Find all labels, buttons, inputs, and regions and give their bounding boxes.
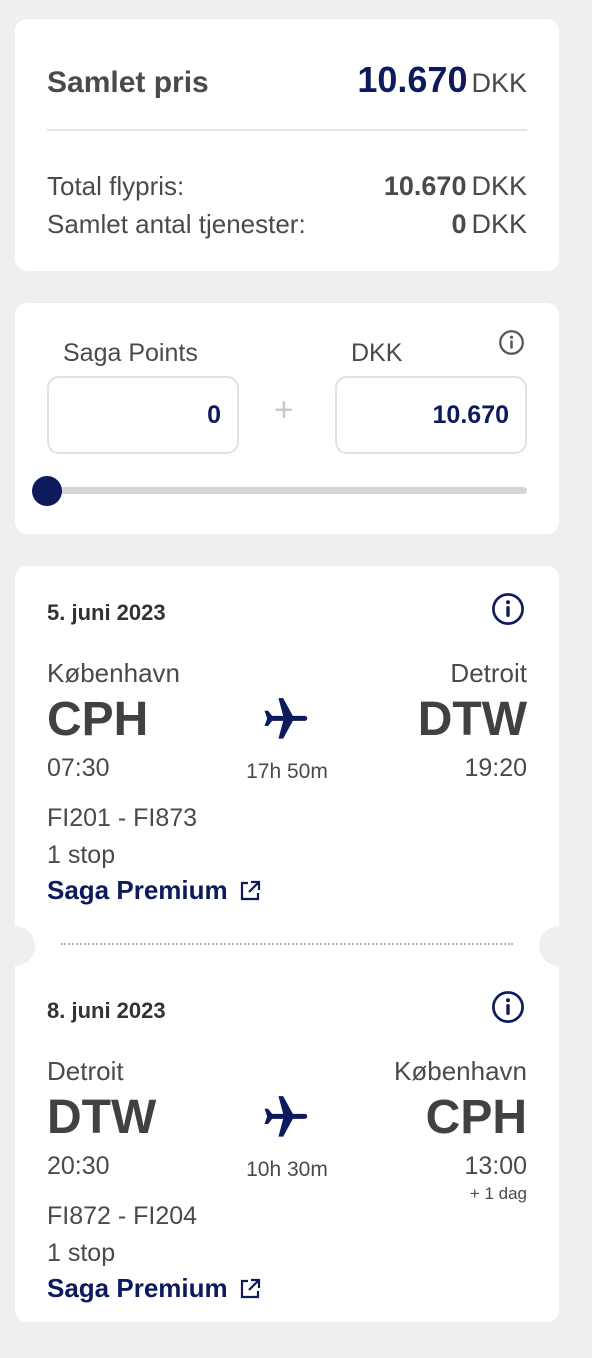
flight-leg-outbound: 5. juni 2023 København Detroit CPH DTW 0…: [47, 590, 527, 930]
flight-leg-return: 8. juni 2023 Detroit København DTW CPH 2…: [47, 988, 527, 1328]
points-slider-thumb[interactable]: [32, 476, 62, 506]
ticket-notch-left: [0, 926, 35, 966]
fare-class-label: Saga Premium: [47, 875, 228, 905]
departure-time: 07:30: [47, 754, 110, 782]
leg-date: 5. juni 2023: [47, 600, 166, 625]
external-link-icon: [240, 1278, 260, 1298]
dkk-amount-input[interactable]: [335, 376, 527, 454]
summary-divider: [47, 129, 527, 131]
saga-points-input[interactable]: [47, 376, 239, 454]
destination-code: CPH: [425, 1091, 527, 1144]
origin-code: CPH: [47, 693, 149, 746]
destination-code: DTW: [417, 693, 527, 746]
row-currency: DKK: [471, 171, 527, 201]
row-value: 0 DKK: [451, 209, 527, 240]
plane-icon: [264, 698, 308, 739]
arrival-time: 19:20: [464, 754, 527, 782]
flight-duration: 17h 50m: [246, 760, 328, 783]
itinerary-card: 5. juni 2023 København Detroit CPH DTW 0…: [0, 566, 579, 1322]
flight-numbers: FI872 - FI204: [47, 1202, 198, 1230]
row-currency: DKK: [471, 209, 527, 239]
fare-class-link[interactable]: Saga Premium: [47, 1273, 262, 1304]
destination-city: Detroit: [450, 658, 527, 688]
points-split-card: Saga Points DKK +: [15, 303, 559, 534]
dkk-label: DKK: [351, 339, 403, 367]
leg-separator: [61, 943, 513, 945]
origin-city: København: [47, 658, 180, 688]
info-icon[interactable]: [491, 592, 525, 626]
fare-class-link[interactable]: Saga Premium: [47, 875, 262, 906]
summary-row-flight-price: Total flypris: 10.670 DKK: [47, 171, 527, 202]
points-slider-track[interactable]: [47, 487, 527, 494]
departure-time: 20:30: [47, 1152, 110, 1180]
summary-header: Samlet pris 10.670 DKK: [47, 59, 527, 101]
summary-total: 10.670 DKK: [357, 59, 527, 101]
flight-numbers: FI201 - FI873: [47, 804, 198, 832]
origin-code: DTW: [47, 1091, 157, 1144]
arrival-day-offset: + 1 dag: [469, 1184, 527, 1203]
row-amount: 10.670: [383, 171, 467, 201]
stop-count: 1 stop: [47, 841, 116, 869]
stop-count: 1 stop: [47, 1239, 116, 1267]
saga-points-label: Saga Points: [63, 339, 198, 367]
summary-row-services: Samlet antal tjenester: 0 DKK: [47, 209, 527, 240]
external-link-icon: [240, 880, 260, 900]
plane-icon: [264, 1096, 308, 1137]
info-icon[interactable]: [498, 329, 525, 356]
price-summary-card: Samlet pris 10.670 DKK Total flypris: 10.…: [15, 19, 559, 271]
row-label: Total flypris:: [47, 171, 185, 201]
fare-class-label: Saga Premium: [47, 1273, 228, 1303]
row-amount: 0: [451, 209, 467, 239]
summary-total-amount: 10.670: [357, 59, 468, 100]
info-icon[interactable]: [491, 990, 525, 1024]
row-label: Samlet antal tjenester:: [47, 209, 306, 239]
flight-duration: 10h 30m: [246, 1158, 328, 1181]
ticket-notch-right: [539, 926, 579, 966]
summary-total-currency: DKK: [471, 68, 527, 98]
leg-date: 8. juni 2023: [47, 998, 166, 1023]
summary-title: Samlet pris: [47, 66, 209, 99]
destination-city: København: [394, 1056, 527, 1086]
arrival-time: 13:00: [464, 1152, 527, 1180]
origin-city: Detroit: [47, 1056, 124, 1086]
row-value: 10.670 DKK: [384, 171, 527, 202]
plus-sign: +: [274, 391, 294, 429]
